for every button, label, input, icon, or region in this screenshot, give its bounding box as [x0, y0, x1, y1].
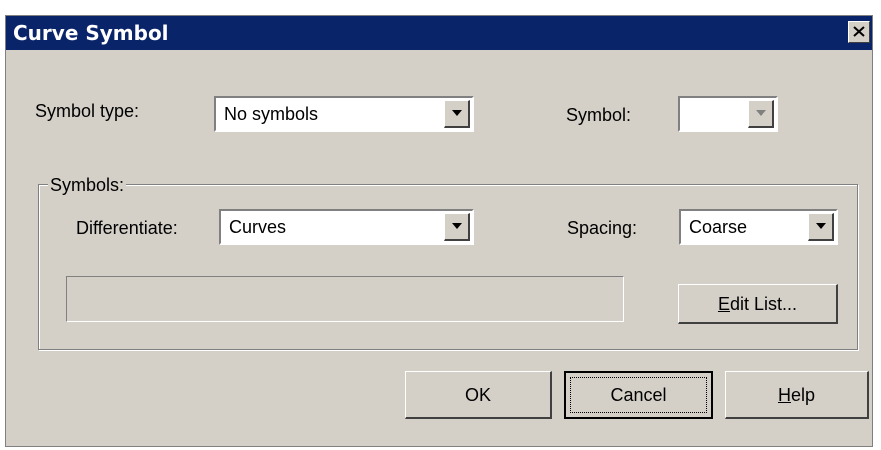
symbol-type-value: No symbols: [224, 104, 319, 124]
close-icon: [853, 26, 865, 37]
help-button[interactable]: Help: [725, 371, 869, 419]
title-bar: Curve Symbol: [6, 16, 872, 50]
chevron-down-icon: [756, 110, 766, 116]
symbol-label: Symbol:: [566, 105, 632, 125]
symbol-type-label: Symbol type:: [35, 101, 140, 121]
differentiate-dropdown-button[interactable]: [444, 213, 470, 241]
symbol-type-dropdown-button[interactable]: [444, 100, 470, 128]
ok-label: OK: [464, 384, 491, 405]
differentiate-value: Curves: [229, 217, 287, 237]
differentiate-dropdown[interactable]: Curves: [219, 209, 474, 245]
cancel-button[interactable]: Cancel: [564, 371, 713, 419]
spacing-dropdown[interactable]: Coarse: [679, 209, 838, 245]
symbol-dropdown[interactable]: [678, 96, 778, 132]
edit-list-label: dit List...: [729, 293, 798, 314]
chevron-down-icon: [816, 223, 826, 229]
symbol-type-dropdown[interactable]: No symbols: [214, 96, 474, 132]
chevron-down-icon: [452, 223, 462, 229]
spacing-label: Spacing:: [567, 218, 638, 238]
symbol-list[interactable]: [66, 276, 624, 322]
differentiate-label: Differentiate:: [76, 218, 178, 238]
curve-symbol-dialog: Curve Symbol Symbol type: No symbols Sym…: [5, 15, 873, 447]
edit-list-button[interactable]: Edit List...: [678, 284, 838, 324]
window-title: Curve Symbol: [13, 21, 169, 45]
ok-button[interactable]: OK: [405, 371, 552, 419]
help-label: elp: [790, 384, 816, 405]
help-mnemonic: H: [777, 384, 791, 405]
cancel-label: Cancel: [610, 385, 667, 405]
chevron-down-icon: [452, 110, 462, 116]
symbol-dropdown-button[interactable]: [748, 100, 774, 128]
spacing-dropdown-button[interactable]: [808, 213, 834, 241]
close-button[interactable]: [848, 21, 870, 43]
edit-list-mnemonic: E: [717, 293, 730, 314]
symbols-group-label: Symbols:: [48, 174, 127, 196]
spacing-value: Coarse: [689, 217, 748, 237]
